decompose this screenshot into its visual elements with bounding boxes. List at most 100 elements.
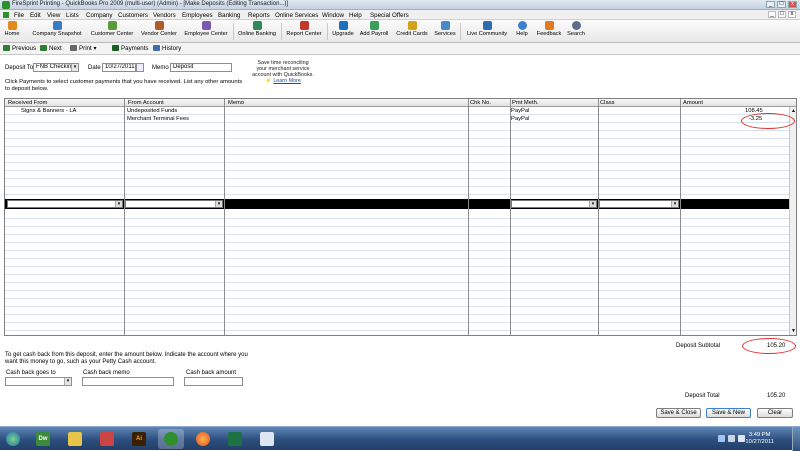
table-row[interactable] [5, 307, 790, 315]
col-amount[interactable]: Amount [683, 100, 703, 106]
tray-volume-icon[interactable] [738, 435, 745, 442]
menu-online-services[interactable]: Online Services [275, 12, 318, 19]
from-account-select[interactable]: ▾ [125, 200, 223, 208]
taskbar-explorer[interactable] [62, 429, 88, 449]
memo-field[interactable]: Deposit [170, 63, 232, 72]
chevron-down-icon[interactable]: ▾ [589, 201, 596, 207]
table-row[interactable] [5, 171, 790, 179]
menu-view[interactable]: View [47, 12, 60, 19]
table-row[interactable] [5, 243, 790, 251]
child-restore-button[interactable]: □ [778, 11, 786, 18]
cashback-goes-to-select[interactable]: ▾ [5, 377, 72, 386]
taskbar-notepad[interactable] [254, 429, 280, 449]
tray-flag-icon[interactable] [718, 435, 725, 442]
menu-special-offers[interactable]: Special Offers [370, 12, 409, 19]
table-row[interactable] [5, 235, 790, 243]
payments-button[interactable]: Payments [112, 45, 149, 52]
menu-window[interactable]: Window [322, 12, 344, 19]
menu-help[interactable]: Help [349, 12, 362, 19]
table-row[interactable] [5, 123, 790, 131]
cell-from-account[interactable]: Undeposited Funds [127, 108, 177, 114]
taskbar-excel[interactable] [222, 429, 248, 449]
table-row[interactable] [5, 251, 790, 259]
save-new-button[interactable]: Save & New [706, 408, 751, 418]
iconbar-feedback[interactable]: Feedback [535, 21, 563, 42]
chevron-down-icon[interactable]: ▾ [215, 201, 222, 207]
child-close-button[interactable]: x [788, 11, 796, 18]
iconbar-upgrade[interactable]: Upgrade [330, 21, 356, 42]
taskbar-illustrator[interactable]: Ai [126, 429, 152, 449]
print-button[interactable]: Print ▾ [70, 45, 97, 52]
menu-vendors[interactable]: Vendors [153, 12, 176, 19]
menu-company[interactable]: Company [86, 12, 112, 19]
cell-received-from[interactable]: Signs & Banners - LA [21, 108, 76, 114]
cashback-memo-field[interactable] [82, 377, 174, 386]
history-button[interactable]: History [153, 45, 181, 52]
table-row[interactable] [5, 163, 790, 171]
table-row[interactable] [5, 139, 790, 147]
menu-employees[interactable]: Employees [182, 12, 213, 19]
iconbar-live-community[interactable]: Live Community [463, 21, 511, 42]
iconbar-online-banking[interactable]: Online Banking [235, 21, 279, 42]
menu-lists[interactable]: Lists [66, 12, 79, 19]
table-row[interactable] [5, 283, 790, 291]
table-row[interactable] [5, 131, 790, 139]
pmt-meth-select[interactable]: ▾ [511, 200, 597, 208]
taskbar-quickbooks[interactable] [158, 429, 184, 449]
maximize-button[interactable]: □ [777, 1, 786, 8]
table-row[interactable] [5, 323, 790, 331]
chevron-down-icon[interactable]: ▾ [671, 201, 678, 207]
date-field[interactable]: 10/27/2011 [102, 63, 136, 72]
start-button[interactable] [2, 429, 26, 449]
col-memo[interactable]: Memo [228, 100, 244, 106]
deposit-to-select[interactable]: FNB Checking ▾ [33, 63, 79, 72]
previous-button[interactable]: Previous [3, 45, 36, 52]
table-row[interactable]: Signs & Banners - LA Undeposited Funds P… [5, 107, 790, 115]
selected-row[interactable]: ▾ ▾ ▾ ▾ [5, 199, 790, 209]
next-button[interactable]: Next [40, 45, 62, 52]
iconbar-services[interactable]: Services [432, 21, 458, 42]
tray-network-icon[interactable] [728, 435, 735, 442]
table-row[interactable] [5, 147, 790, 155]
col-from-account[interactable]: From Account [128, 100, 164, 106]
iconbar-customer-center[interactable]: Customer Center [86, 21, 138, 42]
close-button[interactable]: x [788, 1, 797, 8]
cell-from-account[interactable]: Merchant Terminal Fees [127, 116, 189, 122]
table-row[interactable] [5, 179, 790, 187]
table-row[interactable] [5, 155, 790, 163]
table-row[interactable]: Merchant Terminal Fees PayPal -3.25 [5, 115, 790, 123]
menu-reports[interactable]: Reports [248, 12, 270, 19]
cell-pmt-meth[interactable]: PayPal [511, 116, 529, 122]
menu-customers[interactable]: Customers [118, 12, 148, 19]
received-from-select[interactable]: ▾ [7, 200, 123, 208]
scroll-down-icon[interactable]: ▼ [791, 328, 796, 334]
chevron-down-icon[interactable]: ▾ [115, 201, 122, 207]
iconbar-vendor-center[interactable]: Vendor Center [136, 21, 182, 42]
table-row[interactable] [5, 299, 790, 307]
save-close-button[interactable]: Save & Close [656, 408, 701, 418]
cell-pmt-meth[interactable]: PayPal [511, 108, 529, 114]
menu-edit[interactable]: Edit [30, 12, 41, 19]
table-row[interactable] [5, 259, 790, 267]
taskbar-network[interactable] [94, 429, 120, 449]
grid-scrollbar[interactable]: ▲ ▼ [789, 107, 796, 335]
taskbar-firefox[interactable] [190, 429, 216, 449]
table-row[interactable] [5, 267, 790, 275]
taskbar-clock[interactable]: 3:49 PM 10/27/2011 [745, 432, 774, 446]
calendar-icon[interactable] [136, 63, 144, 72]
table-row[interactable] [5, 227, 790, 235]
scroll-up-icon[interactable]: ▲ [791, 108, 796, 114]
table-row[interactable] [5, 219, 790, 227]
class-select[interactable]: ▾ [599, 200, 679, 208]
iconbar-add-payroll[interactable]: Add Payroll [357, 21, 391, 42]
iconbar-report-center[interactable]: Report Center [284, 21, 324, 42]
table-row[interactable] [5, 291, 790, 299]
col-received-from[interactable]: Received From [8, 100, 47, 106]
iconbar-help[interactable]: Help [513, 21, 531, 42]
table-row[interactable] [5, 275, 790, 283]
show-desktop-button[interactable] [792, 427, 800, 451]
col-class[interactable]: Class [600, 100, 615, 106]
table-row[interactable] [5, 331, 790, 335]
iconbar-search[interactable]: Search [564, 21, 588, 42]
learn-more-link[interactable]: Learn More [273, 78, 301, 84]
